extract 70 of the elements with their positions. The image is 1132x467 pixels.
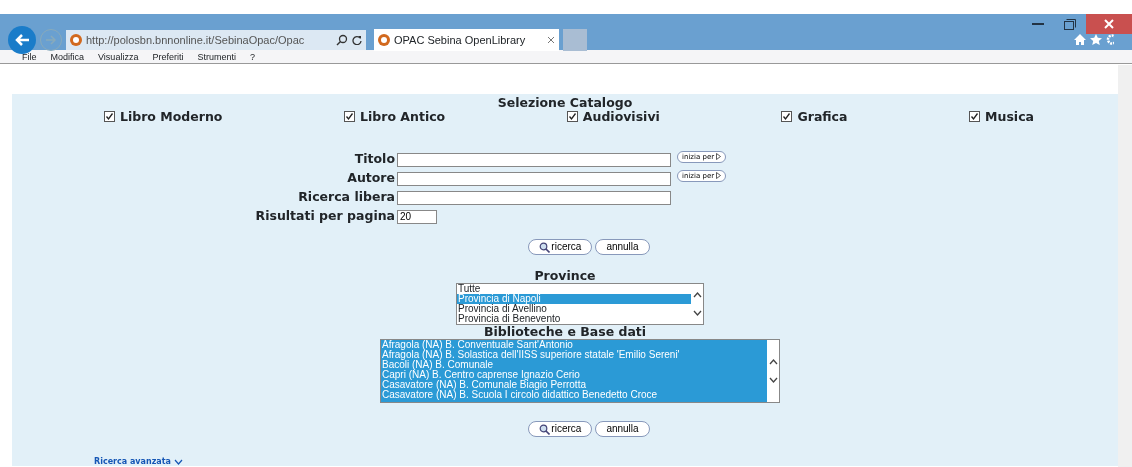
back-arrow-icon [14, 33, 30, 47]
menu-item[interactable]: Strumenti [197, 50, 236, 63]
scroll-arrows-icon [692, 289, 702, 319]
list-option[interactable]: Provincia di Benevento [457, 314, 691, 324]
catalog-checkbox[interactable]: Grafica [781, 110, 848, 124]
section-title: Province [533, 267, 597, 283]
checkbox-label: Grafica [797, 109, 848, 124]
checkbox-label: Libro Moderno [120, 109, 223, 124]
forward-arrow-icon [45, 35, 57, 45]
close-icon [1104, 19, 1114, 29]
section-title: Selezione Catalogo [496, 94, 634, 110]
list-option[interactable]: Tutte [457, 284, 691, 294]
input-field[interactable] [397, 152, 671, 167]
minimize-icon [1032, 23, 1044, 25]
checkbox-label: Audiovisivi [582, 109, 660, 124]
catalog-checkbox[interactable]: Libro Moderno [104, 110, 223, 124]
checkbox-icon[interactable] [969, 111, 981, 122]
back-button[interactable] [8, 26, 36, 54]
checkbox-icon[interactable] [781, 111, 793, 122]
star-icon[interactable] [1090, 34, 1102, 45]
close-icon[interactable] [547, 36, 555, 44]
restore-icon [1064, 18, 1076, 30]
close-button[interactable] [1086, 14, 1132, 34]
field-label: Titolo [353, 150, 396, 169]
tab-title: OPAC Sebina OpenLibrary [394, 32, 526, 48]
checkbox-icon[interactable] [344, 111, 356, 122]
advanced-search-link[interactable]: Ricerca avanzata [94, 457, 183, 466]
input-field[interactable] [397, 190, 671, 205]
cancel-button[interactable]: annulla [595, 421, 650, 437]
search-icon[interactable] [336, 34, 348, 46]
checkbox-icon[interactable] [104, 111, 115, 122]
field-label: Autore [346, 169, 396, 188]
catalog-checkbox[interactable]: Audiovisivi [566, 110, 660, 124]
list-option[interactable]: Provincia di Avellino [457, 304, 691, 314]
scrollbar[interactable] [1118, 65, 1132, 467]
url-text: http://polosbn.bnnonline.it/SebinaOpac/Opac [86, 32, 305, 48]
field-label: Risultati per pagina [254, 207, 396, 226]
scroll-arrows-icon [768, 356, 778, 386]
refresh-icon[interactable] [352, 35, 362, 45]
input-field[interactable]: 20 [397, 209, 437, 224]
field-label: Ricerca libera [297, 188, 396, 207]
browser-tab[interactable]: OPAC Sebina OpenLibrary [374, 29, 559, 51]
chevron-down-icon [173, 458, 183, 465]
site-icon [70, 34, 82, 46]
menu-item[interactable]: Visualizza [98, 50, 139, 63]
catalog-checkbox[interactable]: Libro Antico [344, 110, 446, 124]
input-field[interactable] [397, 171, 671, 186]
checkbox-label: Libro Antico [360, 109, 446, 124]
home-icon[interactable] [1074, 34, 1086, 45]
checkbox-icon[interactable] [566, 111, 578, 122]
menu-item[interactable]: ? [249, 50, 255, 63]
menu-item[interactable]: Modifica [50, 50, 85, 63]
section-title: Biblioteche e Base dati [482, 325, 648, 339]
library-list[interactable] [380, 339, 780, 403]
province-list[interactable]: Tutte Provincia di Napoli Provincia di Avellino Provincia di Benevento [456, 283, 704, 325]
site-icon [378, 34, 390, 46]
address-bar[interactable]: http://polosbn.bnnonline.it/SebinaOpac/Opac [66, 30, 366, 50]
menu-item[interactable]: File [22, 50, 37, 63]
cancel-button[interactable]: annulla [595, 239, 650, 255]
checkbox-label: Musica [985, 109, 1034, 124]
play-icon [716, 172, 722, 180]
search-button[interactable]: ricerca [528, 421, 593, 437]
play-icon [716, 153, 722, 161]
search-button[interactable]: ricerca [528, 239, 593, 255]
settings-icon[interactable] [1106, 34, 1114, 45]
menu-item[interactable]: Preferiti [152, 50, 184, 63]
scrollbar[interactable] [767, 340, 779, 402]
search-icon [539, 423, 551, 435]
search-icon [539, 241, 551, 253]
catalog-checkbox[interactable]: Musica [969, 110, 1034, 124]
